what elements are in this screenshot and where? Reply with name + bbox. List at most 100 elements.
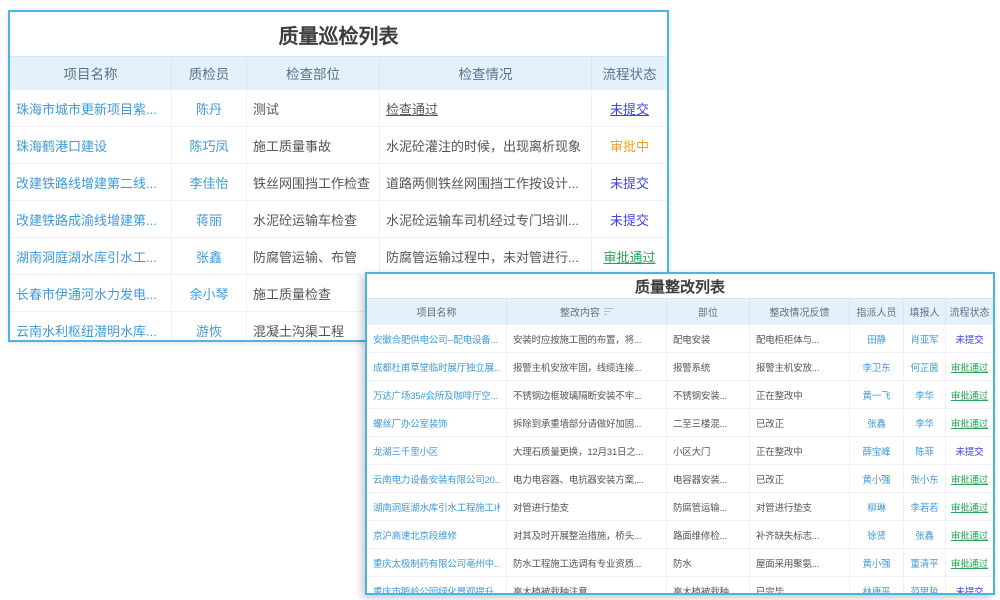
inspection-part-text: 测试 (253, 99, 279, 118)
column-header-part: 部位 (667, 299, 750, 324)
status-badge[interactable]: 审批通过 (951, 556, 988, 570)
column-header-process-status: 流程状态 (592, 57, 667, 89)
table-row: 湖南洞庭湖水库引水工程施工I标 对管进行垫支 防腐管运输... 对管进行垫支 柳… (367, 492, 993, 520)
table-row: 湖南洞庭湖水库引水工... 张鑫 防腐管运输、布管 防腐管运输过程中，未对管进行… (10, 237, 667, 274)
project-name-link[interactable]: 湖南洞庭湖水库引水工程施工I标 (373, 500, 500, 514)
table-row: 重庆市鹅岭公园绿化景观提升... 高大植被栽种注意 高大植被栽种 已完毕 林康平… (367, 576, 993, 595)
assignee-link[interactable]: 林康平 (863, 584, 891, 596)
inspection-situation-text: 水泥砼运输车司机经过专门培训... (386, 210, 579, 229)
part-text: 高大植被栽种 (673, 584, 729, 596)
status-badge[interactable]: 审批通过 (951, 416, 988, 430)
part-text: 报警系统 (673, 360, 710, 374)
assignee-link[interactable]: 张鑫 (867, 416, 886, 430)
column-header-feedback: 整改情况反馈 (750, 299, 850, 324)
reporter-link[interactable]: 董清平 (911, 556, 939, 570)
part-text: 二至三楼混... (673, 416, 727, 430)
reporter-link[interactable]: 肖亚军 (911, 332, 939, 346)
inspector-link[interactable]: 陈丹 (196, 99, 222, 118)
inspection-situation-text: 检查通过 (386, 99, 438, 118)
project-name-link[interactable]: 改建铁路成渝线增建第... (16, 210, 157, 229)
feedback-text: 正在整改中 (756, 388, 803, 402)
assignee-link[interactable]: 李卫东 (863, 360, 891, 374)
rectify-content-label: 整改内容 (560, 304, 600, 319)
project-name-link[interactable]: 长春市伊通河水力发电... (16, 284, 157, 303)
inspection-part-text: 铁丝网围挡工作检查 (253, 173, 370, 192)
feedback-text: 补齐缺失标志... (756, 528, 819, 542)
inspector-link[interactable]: 李佳怡 (189, 173, 228, 192)
rectify-content-text: 报警主机安放牢固，线缆连接... (513, 360, 641, 374)
status-badge[interactable]: 未提交 (956, 444, 984, 458)
reporter-link[interactable]: 李华 (915, 388, 934, 402)
assignee-link[interactable]: 黄小强 (863, 556, 891, 570)
rectify-content-text: 高大植被栽种注意 (513, 584, 587, 596)
inspection-situation-text: 水泥砼灌注的时候，出现离析现象 (386, 136, 581, 155)
table-row: 龙湖三千里小区 大理石质量更换，12月31日之... 小区大门 正在整改中 薛宝… (367, 436, 993, 464)
reporter-link[interactable]: 陈菲 (915, 444, 934, 458)
inspector-link[interactable]: 蒋丽 (196, 210, 222, 229)
table-row: 珠海鹤港口建设 陈巧凤 施工质量事故 水泥砼灌注的时候，出现离析现象 审批中 (10, 126, 667, 163)
column-header-inspection-situation: 检查情况 (380, 57, 592, 89)
inspection-part-text: 施工质量事故 (253, 136, 331, 155)
project-name-link[interactable]: 重庆市鹅岭公园绿化景观提升... (373, 584, 500, 596)
assignee-link[interactable]: 徐贤 (867, 528, 886, 542)
rectify-content-text: 电力电容器、电抗器安装方案,... (513, 472, 644, 486)
column-header-reporter: 填报人 (904, 299, 946, 324)
status-badge[interactable]: 审批通过 (951, 528, 988, 542)
reporter-link[interactable]: 范思哲 (911, 584, 939, 596)
reporter-link[interactable]: 李若若 (911, 500, 939, 514)
reporter-link[interactable]: 何芷茵 (911, 360, 939, 374)
inspection-part-text: 施工质量检查 (253, 284, 331, 303)
feedback-text: 屋面采用聚氨... (756, 556, 819, 570)
table-row: 万达广场35#会所及咖啡厅空... 不锈钢边框玻璃隔断安装不牢... 不锈钢安装… (367, 380, 993, 408)
status-badge[interactable]: 审批通过 (951, 388, 988, 402)
project-name-link[interactable]: 成都杜甫草堂临时展厅独立展... (373, 360, 500, 374)
inspection-part-text: 水泥砼运输车检查 (253, 210, 357, 229)
table-row: 京沪高速北京段维修 对其及时开展整治措施，桥头... 路面维修检... 补齐缺失… (367, 520, 993, 548)
inspector-link[interactable]: 游恢 (196, 321, 222, 340)
assignee-link[interactable]: 薛宝峰 (863, 444, 891, 458)
project-name-link[interactable]: 湖南洞庭湖水库引水工... (16, 247, 157, 266)
part-text: 配电安装 (673, 332, 710, 346)
assignee-link[interactable]: 柳琳 (867, 500, 886, 514)
status-badge[interactable]: 未提交 (610, 173, 649, 192)
project-name-link[interactable]: 云南水利枢纽潜明水库... (16, 321, 157, 340)
status-badge[interactable]: 未提交 (956, 332, 984, 346)
project-name-link[interactable]: 珠海市城市更新项目紫... (16, 99, 157, 118)
feedback-text: 报警主机安放... (756, 360, 819, 374)
feedback-text: 已改正 (756, 416, 784, 430)
assignee-link[interactable]: 田静 (867, 332, 886, 346)
status-badge[interactable]: 未提交 (610, 210, 649, 229)
status-badge[interactable]: 审批中 (610, 136, 649, 155)
project-name-link[interactable]: 万达广场35#会所及咖啡厅空... (373, 388, 498, 402)
status-badge[interactable]: 审批通过 (951, 360, 988, 374)
project-name-link[interactable]: 龙湖三千里小区 (373, 444, 438, 458)
table-row: 螺丝厂办公室装饰 拆除到承重墙部分请做好加固... 二至三楼混... 已改正 张… (367, 408, 993, 436)
project-name-link[interactable]: 重庆太极制药有限公司亳州中... (373, 556, 500, 570)
column-header-inspector: 质检员 (172, 57, 247, 89)
table-row: 改建铁路成渝线增建第... 蒋丽 水泥砼运输车检查 水泥砼运输车司机经过专门培训… (10, 200, 667, 237)
inspector-link[interactable]: 张鑫 (196, 247, 222, 266)
project-name-link[interactable]: 安徽合肥供电公司--配电设备... (373, 332, 498, 346)
inspector-link[interactable]: 余小琴 (189, 284, 228, 303)
reporter-link[interactable]: 张小东 (911, 472, 939, 486)
status-badge[interactable]: 未提交 (610, 99, 649, 118)
inspection-part-text: 混凝土沟渠工程 (253, 321, 344, 340)
project-name-link[interactable]: 改建铁路线增建第二线... (16, 173, 157, 192)
table-row: 云南电力设备安装有限公司20... 电力电容器、电抗器安装方案,... 电容器安… (367, 464, 993, 492)
column-header-rectify-content[interactable]: 整改内容 (507, 299, 667, 324)
project-name-link[interactable]: 云南电力设备安装有限公司20... (373, 472, 500, 486)
project-name-link[interactable]: 螺丝厂办公室装饰 (373, 416, 447, 430)
status-badge[interactable]: 审批通过 (951, 472, 988, 486)
reporter-link[interactable]: 张鑫 (915, 528, 934, 542)
project-name-link[interactable]: 珠海鹤港口建设 (16, 136, 107, 155)
status-badge[interactable]: 审批通过 (951, 500, 988, 514)
assignee-link[interactable]: 黄一飞 (863, 388, 891, 402)
inspector-link[interactable]: 陈巧凤 (189, 136, 228, 155)
reporter-link[interactable]: 李华 (915, 416, 934, 430)
status-badge[interactable]: 审批通过 (603, 247, 655, 266)
project-name-link[interactable]: 京沪高速北京段维修 (373, 528, 457, 542)
rectification-table-header: 项目名称 整改内容 部位 整改情况反馈 指派人员 填报人 流程状态 (367, 298, 993, 324)
assignee-link[interactable]: 黄小强 (863, 472, 891, 486)
status-badge[interactable]: 未提交 (956, 584, 984, 596)
sort-icon[interactable] (604, 308, 613, 315)
